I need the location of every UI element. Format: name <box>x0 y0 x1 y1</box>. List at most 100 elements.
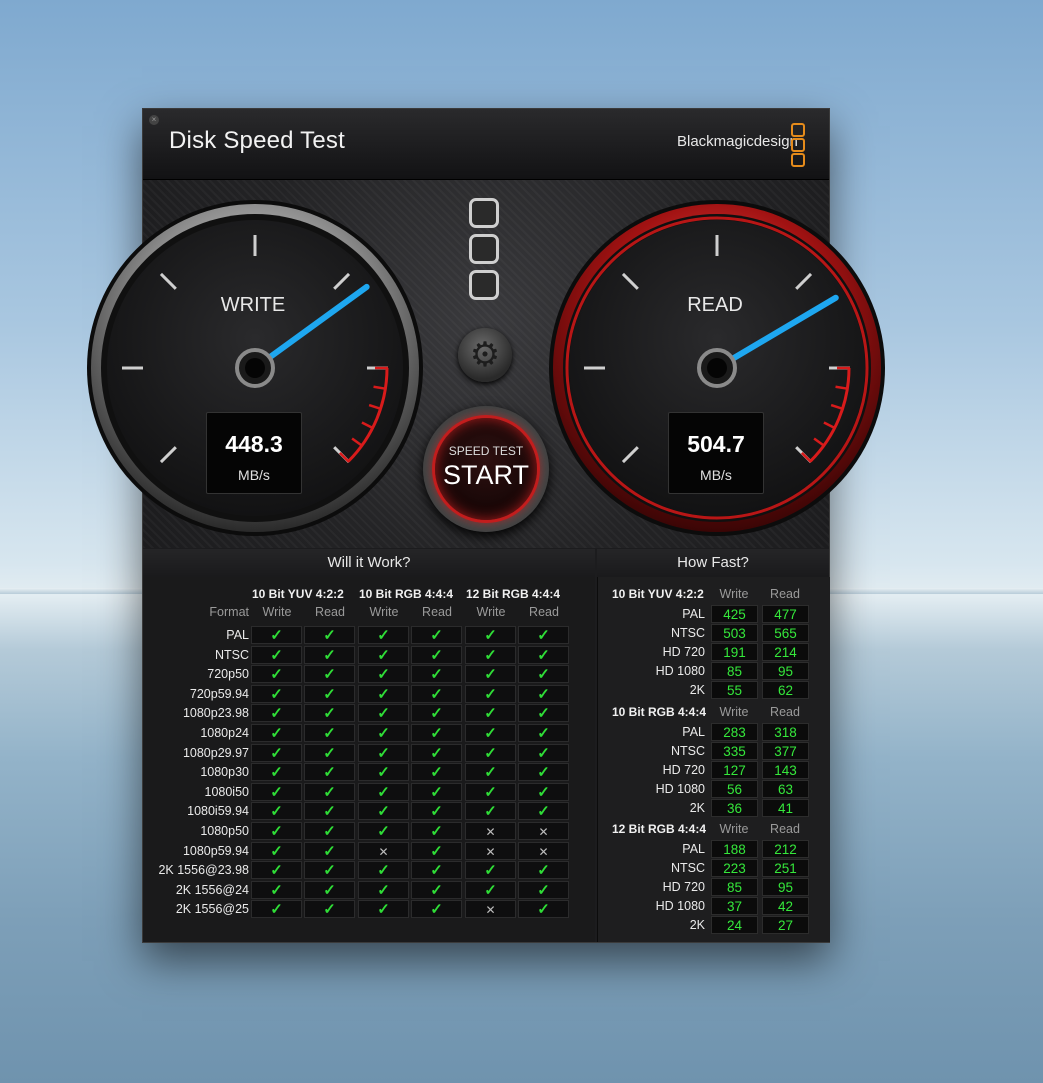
speed-write-value: 503 <box>711 624 758 642</box>
speed-read-value: 477 <box>762 605 809 623</box>
speed-write-value: 85 <box>711 662 758 680</box>
check-icon: ✓ <box>411 665 462 684</box>
check-icon: ✓ <box>518 880 569 899</box>
start-button[interactable]: SPEED TEST START <box>423 406 549 532</box>
speed-write-value: 55 <box>711 681 758 699</box>
settings-gear-button[interactable]: ⚙ <box>458 328 512 382</box>
table-row: 720p59.94 ✓ ✓ ✓ ✓ ✓ ✓ <box>150 684 578 704</box>
check-icon: ✓ <box>518 900 569 919</box>
speed-format-label: HD 1080 <box>655 782 705 796</box>
speed-read-value: 377 <box>762 742 809 760</box>
check-icon: ✓ <box>251 743 302 762</box>
start-button-face: SPEED TEST START <box>432 415 540 523</box>
check-icon: ✓ <box>465 802 516 821</box>
speed-group-1-sub-header-1: Read <box>770 705 800 719</box>
check-icon: ✓ <box>304 861 355 880</box>
format-label: 1080p23.98 <box>182 706 249 721</box>
write-gauge-label: WRITE <box>220 294 286 316</box>
read-gauge-label: READ <box>687 294 743 316</box>
check-icon: ✓ <box>518 665 569 684</box>
cross-icon: ✕ <box>465 841 516 860</box>
brand-name: Blackmagicdesign <box>677 133 798 150</box>
speed-group-1-sub-header-0: Write <box>719 705 749 719</box>
check-icon: ✓ <box>358 684 409 703</box>
speed-format-label: PAL <box>682 725 705 739</box>
speed-read-value: 42 <box>762 897 809 915</box>
speed-write-value: 36 <box>711 799 758 817</box>
speed-row: HD 720 191 214 <box>598 643 830 662</box>
speed-row: NTSC 223 251 <box>598 859 830 878</box>
close-button[interactable]: × <box>149 115 159 125</box>
table-row: 2K 1556@25 ✓ ✓ ✓ ✓ ✕ ✓ <box>150 900 578 919</box>
speed-read-value: 95 <box>762 662 809 680</box>
speed-row: PAL 283 318 <box>598 723 830 742</box>
table-row: 1080p59.94 ✓ ✓ ✕ ✓ ✕ ✕ <box>150 841 578 861</box>
close-icon: × <box>151 115 157 124</box>
speed-read-value: 27 <box>762 916 809 934</box>
group-1-sub-header-1: Read <box>422 605 452 619</box>
check-icon: ✓ <box>358 900 409 919</box>
check-icon: ✓ <box>251 802 302 821</box>
group-header-0: 10 Bit YUV 4:2:2 <box>252 587 344 601</box>
format-column-header: Format <box>209 605 249 619</box>
format-label: 1080p29.97 <box>182 745 249 760</box>
check-icon: ✓ <box>358 665 409 684</box>
write-readout: 448.3 MB/s <box>206 412 302 494</box>
check-icon: ✓ <box>304 763 355 782</box>
check-icon: ✓ <box>358 880 409 899</box>
speed-group-header-1: 10 Bit RGB 4:4:4 <box>612 705 707 719</box>
cross-icon: ✕ <box>465 900 516 919</box>
check-icon: ✓ <box>358 645 409 664</box>
read-needle-hub-center <box>707 358 727 378</box>
check-icon: ✓ <box>358 626 409 644</box>
speed-format-label: NTSC <box>670 744 705 758</box>
check-icon: ✓ <box>358 743 409 762</box>
speed-row: HD 1080 56 63 <box>598 780 830 799</box>
group-header-2: 12 Bit RGB 4:4:4 <box>466 587 561 601</box>
speed-read-value: 143 <box>762 761 809 779</box>
will-it-work-panel: Format PAL ✓ ✓ ✓ ✓ ✓ ✓ NTSC ✓ ✓ ✓ ✓ ✓ ✓ 720p50 ✓ ✓ ✓ ✓ ✓ ✓ 72… <box>143 577 595 942</box>
check-icon: ✓ <box>358 724 409 742</box>
check-icon: ✓ <box>518 861 569 880</box>
speed-row: 2K 55 62 <box>598 681 830 700</box>
group-2-sub-header-1: Read <box>529 605 559 619</box>
format-label: 720p59.94 <box>189 686 249 701</box>
check-icon: ✓ <box>358 822 409 840</box>
speed-row: 2K 36 41 <box>598 799 830 818</box>
table-row: 720p50 ✓ ✓ ✓ ✓ ✓ ✓ <box>150 665 578 684</box>
speed-write-value: 85 <box>711 878 758 896</box>
check-icon: ✓ <box>411 626 462 644</box>
speed-group-header-2: 12 Bit RGB 4:4:4 <box>612 822 707 836</box>
format-label: 1080p30 <box>200 765 249 780</box>
table-row: PAL ✓ ✓ ✓ ✓ ✓ ✓ <box>150 626 578 645</box>
cross-icon: ✕ <box>518 841 569 860</box>
format-label: 2K 1556@24 <box>175 882 249 897</box>
check-icon: ✓ <box>304 665 355 684</box>
speed-read-value: 62 <box>762 681 809 699</box>
check-icon: ✓ <box>411 704 462 723</box>
table-row: 2K 1556@23.98 ✓ ✓ ✓ ✓ ✓ ✓ <box>150 861 578 880</box>
speed-format-label: PAL <box>682 607 705 621</box>
speed-row: PAL 425 477 <box>598 605 830 624</box>
blackmagic-logo-icon <box>791 123 805 168</box>
speed-write-value: 191 <box>711 643 758 661</box>
speed-write-value: 24 <box>711 916 758 934</box>
speed-read-value: 214 <box>762 643 809 661</box>
write-speed-value: 448.3 <box>225 431 283 457</box>
format-label: 1080i50 <box>204 784 250 799</box>
table-row: 1080p23.98 ✓ ✓ ✓ ✓ ✓ ✓ <box>150 704 578 723</box>
how-fast-header: How Fast? <box>597 549 829 578</box>
gear-icon: ⚙ <box>469 336 501 374</box>
check-icon: ✓ <box>518 626 569 644</box>
check-icon: ✓ <box>358 861 409 880</box>
check-icon: ✓ <box>465 645 516 664</box>
speed-format-label: HD 720 <box>662 763 705 777</box>
check-icon: ✓ <box>411 861 462 880</box>
check-icon: ✓ <box>518 704 569 723</box>
check-icon: ✓ <box>304 724 355 742</box>
app-title: Disk Speed Test <box>169 127 345 154</box>
check-icon: ✓ <box>251 880 302 899</box>
check-icon: ✓ <box>251 861 302 880</box>
speed-format-label: HD 1080 <box>655 899 705 913</box>
format-label: PAL <box>226 628 249 642</box>
